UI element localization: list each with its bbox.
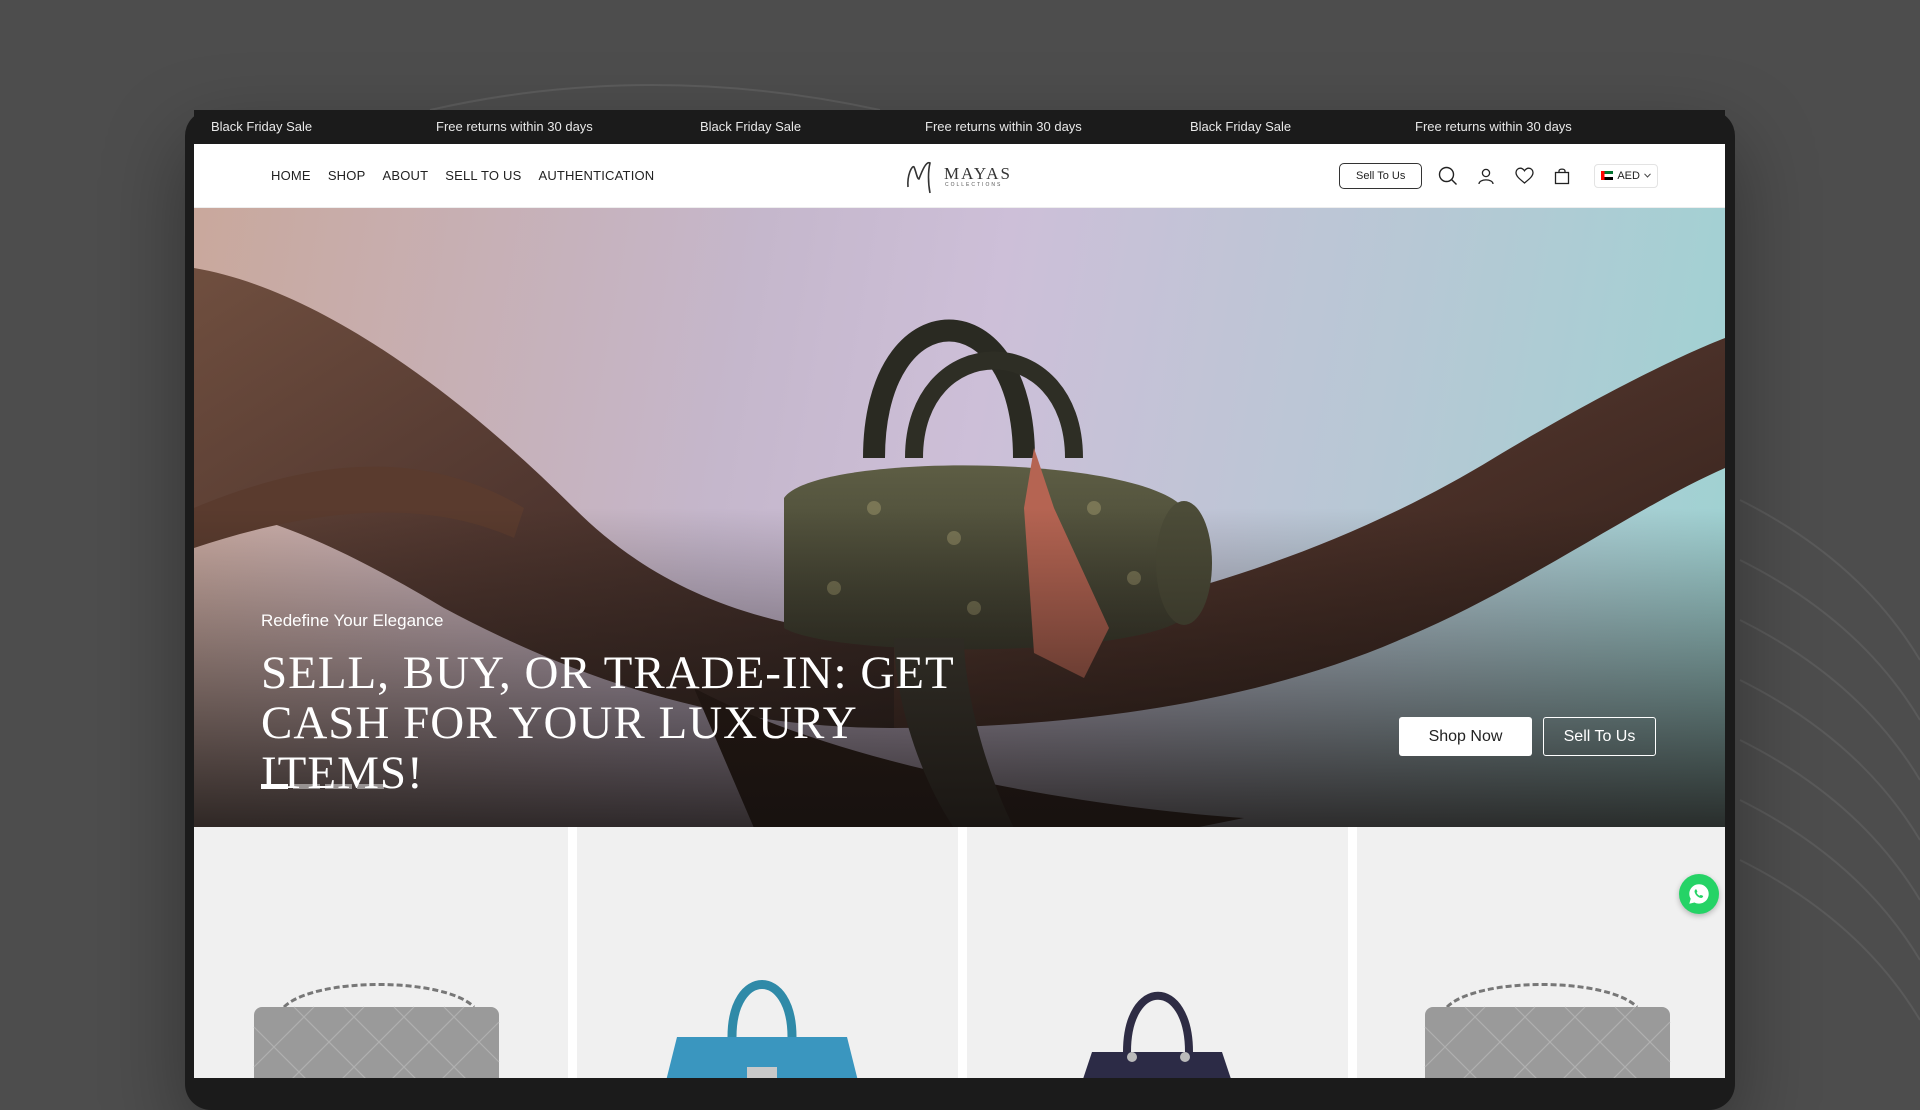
product-card[interactable] xyxy=(967,827,1348,1078)
slider-dots xyxy=(261,784,384,789)
nav-home[interactable]: HOME xyxy=(271,168,311,183)
product-image xyxy=(1083,992,1231,1078)
uae-flag-icon xyxy=(1601,171,1614,180)
logo-subtext: COLLECTIONS xyxy=(945,181,1003,188)
main-nav: HOME SHOP ABOUT SELL TO US AUTHENTICATIO… xyxy=(194,144,1725,208)
announcement-bar: Black Friday Sale Free returns within 30… xyxy=(194,110,1725,144)
announcement-item: Black Friday Sale xyxy=(211,119,313,134)
nav-authentication[interactable]: AUTHENTICATION xyxy=(538,168,654,183)
whatsapp-icon xyxy=(1689,884,1709,904)
nav-actions: Sell To Us AED xyxy=(1339,144,1658,207)
hero-headline-line1: SELL, BUY, OR TRADE-IN: GET xyxy=(261,647,955,699)
announcement-item: Free returns within 30 days xyxy=(925,119,1082,134)
product-card[interactable] xyxy=(194,827,568,1078)
site-logo[interactable]: MAYAS COLLECTIONS xyxy=(904,155,1024,197)
announcement-item: Free returns within 30 days xyxy=(1415,119,1572,134)
product-card[interactable] xyxy=(577,827,958,1078)
sell-to-us-button[interactable]: Sell To Us xyxy=(1339,162,1423,189)
wishlist-icon[interactable] xyxy=(1512,164,1536,188)
account-icon[interactable] xyxy=(1474,164,1498,188)
whatsapp-chat-button[interactable] xyxy=(1679,874,1719,914)
nav-links: HOME SHOP ABOUT SELL TO US AUTHENTICATIO… xyxy=(271,144,654,207)
product-image xyxy=(1424,983,1671,1078)
hero-headline: SELL, BUY, OR TRADE-IN: GET CASH FOR YOU… xyxy=(261,648,1021,798)
hero-headline-line2: CASH FOR YOUR LUXURY ITEMS! xyxy=(261,697,856,799)
slider-dot[interactable] xyxy=(325,784,352,789)
product-image xyxy=(666,980,858,1078)
logo-monogram-icon xyxy=(907,161,931,194)
currency-code: AED xyxy=(1617,169,1640,182)
hero-banner: Redefine Your Elegance SELL, BUY, OR TRA… xyxy=(194,208,1725,828)
hero-sell-to-us-button[interactable]: Sell To Us xyxy=(1543,717,1656,756)
search-icon[interactable] xyxy=(1436,164,1460,188)
browser-screen: Black Friday Sale Free returns within 30… xyxy=(194,110,1725,1078)
shop-now-button[interactable]: Shop Now xyxy=(1399,717,1532,756)
currency-selector[interactable]: AED xyxy=(1594,163,1658,188)
logo-text: MAYAS xyxy=(944,163,1012,183)
product-card[interactable] xyxy=(1357,827,1725,1078)
nav-sell-to-us[interactable]: SELL TO US xyxy=(445,168,521,183)
hero-eyebrow: Redefine Your Elegance xyxy=(261,611,444,630)
cart-icon[interactable] xyxy=(1550,164,1574,188)
slider-dot[interactable] xyxy=(261,784,288,789)
nav-shop[interactable]: SHOP xyxy=(328,168,366,183)
product-image xyxy=(253,983,500,1078)
nav-about[interactable]: ABOUT xyxy=(382,168,428,183)
product-row xyxy=(194,827,1725,1078)
slider-dot[interactable] xyxy=(357,784,384,789)
announcement-item: Free returns within 30 days xyxy=(436,119,593,134)
chevron-down-icon xyxy=(1644,173,1651,178)
announcement-item: Black Friday Sale xyxy=(1190,119,1292,134)
slider-dot[interactable] xyxy=(293,784,320,789)
hero-actions: Shop Now Sell To Us xyxy=(1399,717,1656,756)
announcement-item: Black Friday Sale xyxy=(700,119,802,134)
